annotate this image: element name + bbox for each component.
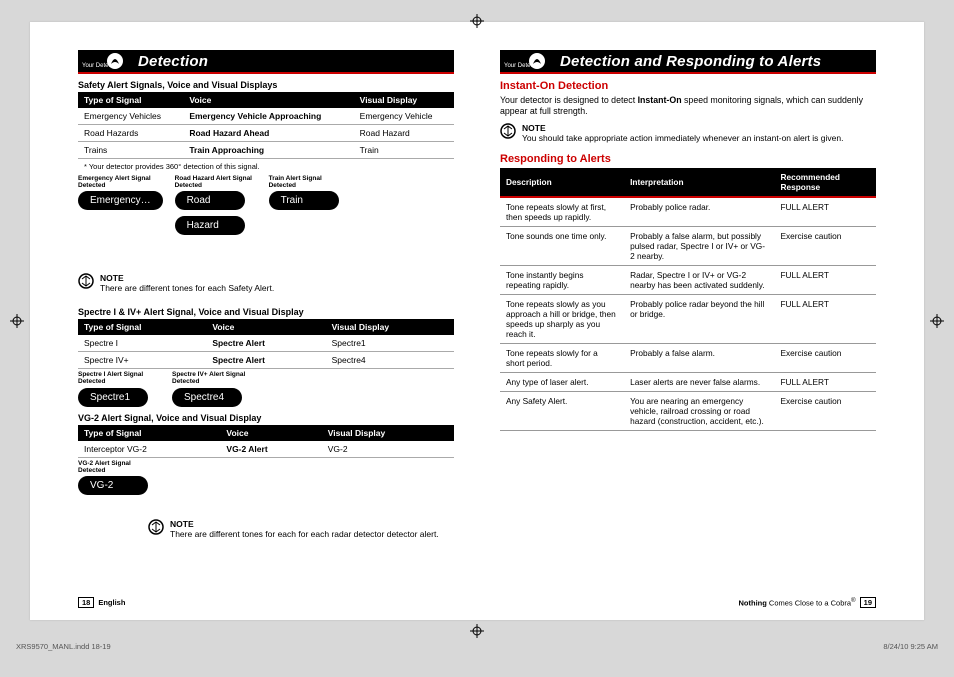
instant-on-paragraph: Your detector is designed to detect Inst…	[500, 95, 876, 117]
table-row: Road HazardsRoad Hazard AheadRoad Hazard	[78, 125, 454, 142]
page-number: 19	[860, 597, 876, 608]
cobra-logo-icon	[106, 52, 124, 70]
note-icon	[500, 123, 516, 139]
display-chip: Train	[269, 191, 339, 210]
manual-spread: Your Detector Detection Safety Alert Sig…	[30, 22, 924, 620]
registration-mark-icon	[10, 314, 24, 328]
table-footnote: * Your detector provides 360° detection …	[84, 162, 454, 171]
chip-label: Emergency Alert Signal Detected	[78, 175, 160, 189]
vg2-table-caption: VG-2 Alert Signal, Voice and Visual Disp…	[78, 413, 454, 423]
indesign-slug-date: 8/24/10 9:25 AM	[883, 642, 938, 651]
safety-table-caption: Safety Alert Signals, Voice and Visual D…	[78, 80, 454, 90]
indesign-slug-file: XRS9570_MANL.indd 18-19	[16, 642, 111, 651]
instant-on-heading: Instant-On Detection	[500, 80, 876, 92]
table-row: Tone instantly begins repeating rapidly.…	[500, 265, 876, 294]
table-row: Interceptor VG-2VG-2 AlertVG-2	[78, 441, 454, 458]
page-footer-right: Nothing Comes Close to a Cobra® 19	[739, 597, 876, 608]
chip-label: Spectre IV+ Alert Signal Detected	[172, 371, 254, 385]
table-row: Tone repeats slowly for a short period.P…	[500, 343, 876, 372]
chip-label: Train Alert Signal Detected	[269, 175, 351, 189]
registration-mark-icon	[930, 314, 944, 328]
spectre-table: Type of Signal Voice Visual Display Spec…	[78, 319, 454, 369]
chip-label: VG-2 Alert Signal Detected	[78, 460, 160, 474]
safety-alert-table: Type of Signal Voice Visual Display Emer…	[78, 92, 454, 159]
note-icon	[78, 273, 94, 289]
th-recommended: Recommended Response	[774, 168, 876, 197]
responding-heading: Responding to Alerts	[500, 153, 876, 165]
page-language: English	[98, 598, 125, 607]
chip-label: Spectre I Alert Signal Detected	[78, 371, 160, 385]
page-footer-left: 18 English	[78, 597, 125, 608]
chip-label: Road Hazard Alert Signal Detected	[175, 175, 257, 189]
th-signal: Type of Signal	[78, 92, 183, 108]
page-left: Your Detector Detection Safety Alert Sig…	[78, 50, 454, 553]
table-row: Tone repeats slowly at first, then speed…	[500, 197, 876, 227]
responding-table: Description Interpretation Recommended R…	[500, 168, 876, 431]
cobra-tagline: Nothing Comes Close to a Cobra®	[739, 597, 856, 608]
display-chip: Spectre4	[172, 388, 242, 407]
table-row: Tone repeats slowly as you approach a hi…	[500, 294, 876, 343]
display-chip: Hazard	[175, 216, 245, 235]
note-text: NOTEThere are different tones for each f…	[170, 519, 439, 539]
th-interpretation: Interpretation	[624, 168, 774, 197]
table-row: Any type of laser alert.Laser alerts are…	[500, 372, 876, 391]
table-row: Emergency VehiclesEmergency Vehicle Appr…	[78, 108, 454, 125]
page-right: Your Detector Detection and Responding t…	[500, 50, 876, 553]
table-row: Spectre IV+Spectre AlertSpectre4	[78, 352, 454, 369]
registration-mark-icon	[470, 14, 484, 28]
spectre-table-caption: Spectre I & IV+ Alert Signal, Voice and …	[78, 307, 454, 317]
th-voice: Voice	[183, 92, 353, 108]
display-chip: VG-2	[78, 476, 148, 495]
page-title: Detection	[138, 53, 208, 70]
note-text: NOTEYou should take appropriate action i…	[522, 123, 843, 143]
display-chip: Spectre1	[78, 388, 148, 407]
table-row: Tone sounds one time only.Probably a fal…	[500, 226, 876, 265]
page-header-left: Your Detector Detection	[78, 50, 454, 74]
page-header-right: Your Detector Detection and Responding t…	[500, 50, 876, 74]
table-row: Spectre ISpectre AlertSpectre1	[78, 335, 454, 352]
note-icon	[148, 519, 164, 535]
registration-mark-icon	[470, 624, 484, 638]
table-row: Any Safety Alert.You are nearing an emer…	[500, 391, 876, 430]
vg2-table: Type of Signal Voice Visual Display Inte…	[78, 425, 454, 458]
display-chip: Emergency…	[78, 191, 163, 210]
note-text: NOTEThere are different tones for each S…	[100, 273, 274, 293]
th-description: Description	[500, 168, 624, 197]
page-title: Detection and Responding to Alerts	[560, 53, 821, 70]
th-visual: Visual Display	[354, 92, 454, 108]
table-row: TrainsTrain ApproachingTrain	[78, 142, 454, 159]
page-number: 18	[78, 597, 94, 608]
display-chip: Road	[175, 191, 245, 210]
cobra-logo-icon	[528, 52, 546, 70]
